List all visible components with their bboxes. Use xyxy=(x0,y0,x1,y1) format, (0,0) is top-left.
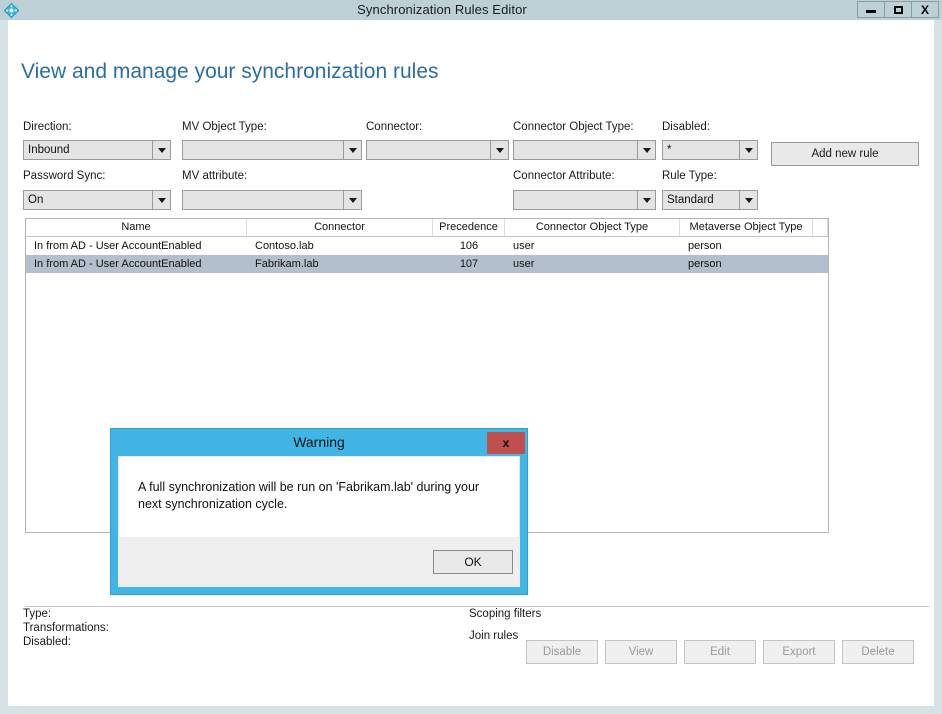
chevron-down-icon[interactable] xyxy=(739,191,757,209)
export-button[interactable]: Export xyxy=(763,640,835,664)
table-row[interactable]: In from AD - User AccountEnabled Contoso… xyxy=(26,237,828,255)
column-header-precedence[interactable]: Precedence xyxy=(433,219,505,236)
dialog-ok-button[interactable]: OK xyxy=(433,550,513,574)
cell-precedence: 106 xyxy=(459,240,479,252)
cell-metaverse-object-type: person xyxy=(688,258,722,270)
label-password-sync: Password Sync: xyxy=(23,170,106,182)
edit-button[interactable]: Edit xyxy=(684,640,756,664)
cell-precedence: 107 xyxy=(459,258,479,270)
dialog-close-button[interactable]: x xyxy=(487,431,525,454)
window-controls: X xyxy=(857,1,939,19)
chevron-down-icon[interactable] xyxy=(637,141,655,159)
add-new-rule-button[interactable]: Add new rule xyxy=(771,142,919,166)
detail-disabled-label: Disabled: xyxy=(23,636,71,648)
dropdown-password-sync-value: On xyxy=(28,194,44,206)
cell-name: In from AD - User AccountEnabled xyxy=(34,240,202,252)
cell-name: In from AD - User AccountEnabled xyxy=(34,258,202,270)
column-header-spacer xyxy=(813,219,828,236)
maximize-button[interactable] xyxy=(884,1,912,18)
dropdown-rule-type-value: Standard xyxy=(667,194,714,206)
chevron-down-icon[interactable] xyxy=(343,141,361,159)
dropdown-connector-attribute[interactable] xyxy=(513,190,656,210)
dropdown-rule-type[interactable]: Standard xyxy=(662,190,758,210)
chevron-down-icon[interactable] xyxy=(152,141,170,159)
scoping-filters-link[interactable]: Scoping filters xyxy=(469,608,541,620)
table-row[interactable]: In from AD - User AccountEnabled Fabrika… xyxy=(26,255,828,273)
label-connector-object-type: Connector Object Type: xyxy=(513,121,634,133)
cell-connector: Contoso.lab xyxy=(255,240,314,252)
label-mv-object-type: MV Object Type: xyxy=(182,121,267,133)
chevron-down-icon[interactable] xyxy=(343,191,361,209)
detail-type-label: Type: xyxy=(23,608,52,620)
dialog-title: Warning xyxy=(293,434,345,450)
dialog-message: A full synchronization will be run on 'F… xyxy=(138,480,480,511)
dialog-titlebar: Warning x xyxy=(111,429,527,455)
dropdown-direction-value: Inbound xyxy=(28,144,70,156)
view-button[interactable]: View xyxy=(605,640,677,664)
cell-connector-object-type: user xyxy=(513,240,535,252)
dropdown-mv-attribute[interactable] xyxy=(182,190,362,210)
chevron-down-icon[interactable] xyxy=(152,191,170,209)
chevron-down-icon[interactable] xyxy=(739,141,757,159)
window-titlebar: Synchronization Rules Editor X xyxy=(0,0,942,20)
dropdown-connector-object-type[interactable] xyxy=(513,140,656,160)
minimize-button[interactable] xyxy=(857,1,885,18)
disable-button[interactable]: Disable xyxy=(526,640,598,664)
application-window: Synchronization Rules Editor X View and … xyxy=(0,0,942,714)
column-header-connector-object-type[interactable]: Connector Object Type xyxy=(505,219,680,236)
warning-dialog: Warning x A full synchronization will be… xyxy=(110,428,528,595)
close-button[interactable]: X xyxy=(911,1,939,18)
label-mv-attribute: MV attribute: xyxy=(182,170,248,182)
dropdown-direction[interactable]: Inbound xyxy=(23,140,171,160)
join-rules-link[interactable]: Join rules xyxy=(469,630,518,642)
client-area: View and manage your synchronization rul… xyxy=(8,20,934,706)
dropdown-mv-object-type[interactable] xyxy=(182,140,362,160)
label-rule-type: Rule Type: xyxy=(662,170,717,182)
delete-button[interactable]: Delete xyxy=(842,640,914,664)
label-connector: Connector: xyxy=(366,121,423,133)
chevron-down-icon[interactable] xyxy=(490,141,508,159)
cell-connector-object-type: user xyxy=(513,258,535,270)
cell-metaverse-object-type: person xyxy=(688,240,722,252)
label-disabled-filter: Disabled: xyxy=(662,121,710,133)
dropdown-disabled[interactable]: * xyxy=(662,140,758,160)
column-header-name[interactable]: Name xyxy=(26,219,247,236)
dropdown-connector[interactable] xyxy=(366,140,509,160)
detail-transformations-label: Transformations: xyxy=(23,622,109,634)
label-connector-attribute: Connector Attribute: xyxy=(513,170,615,182)
window-title: Synchronization Rules Editor xyxy=(357,2,527,17)
dropdown-disabled-value: * xyxy=(667,144,672,156)
grid-header-row: Name Connector Precedence Connector Obje… xyxy=(26,219,828,237)
sync-diamond-icon xyxy=(0,0,22,20)
cell-connector: Fabrikam.lab xyxy=(255,258,319,270)
dialog-footer: OK xyxy=(118,537,520,587)
detail-divider xyxy=(25,606,929,607)
label-direction: Direction: xyxy=(23,121,72,133)
column-header-metaverse-object-type[interactable]: Metaverse Object Type xyxy=(680,219,813,236)
column-header-connector[interactable]: Connector xyxy=(247,219,433,236)
dialog-body: A full synchronization will be run on 'F… xyxy=(118,456,520,537)
chevron-down-icon[interactable] xyxy=(637,191,655,209)
filter-panel: Direction: Inbound MV Object Type: Conne… xyxy=(8,20,934,220)
dropdown-password-sync[interactable]: On xyxy=(23,190,171,210)
